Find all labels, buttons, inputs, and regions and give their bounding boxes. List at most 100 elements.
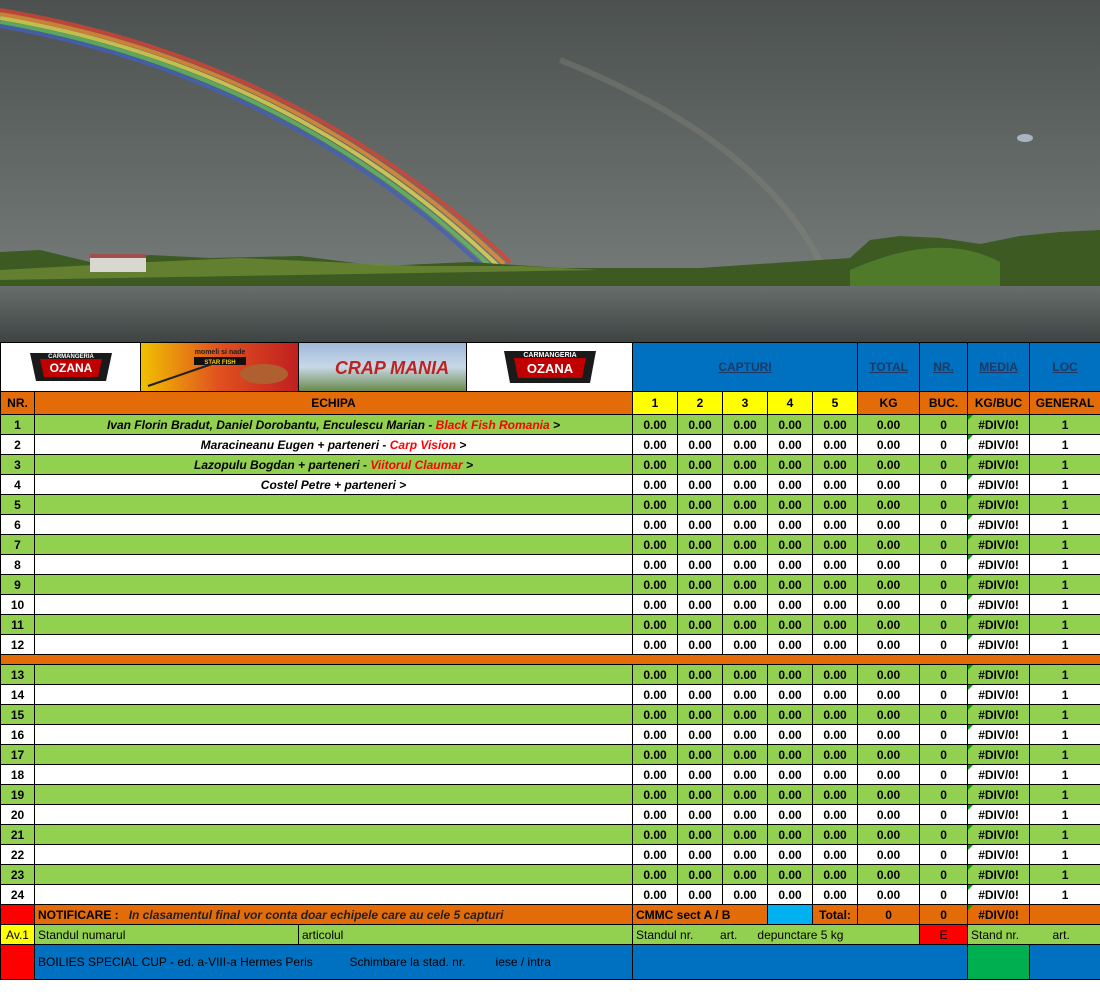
- capture-5[interactable]: 0.00: [811, 574, 859, 595]
- header-total[interactable]: TOTAL: [857, 342, 921, 392]
- capture-3[interactable]: 0.00: [722, 784, 768, 805]
- capture-5[interactable]: 0.00: [811, 804, 859, 825]
- capture-4[interactable]: 0.00: [767, 724, 813, 745]
- capture-1[interactable]: 0.00: [632, 804, 678, 825]
- capture-3[interactable]: 0.00: [722, 594, 768, 615]
- capture-3[interactable]: 0.00: [722, 684, 768, 705]
- row-team[interactable]: Maracineanu Eugen + parteneri - Carp Vis…: [34, 434, 633, 455]
- row-team[interactable]: Costel Petre + parteneri >: [34, 474, 633, 495]
- row-team[interactable]: [34, 594, 633, 615]
- capture-2[interactable]: 0.00: [677, 454, 723, 475]
- capture-3[interactable]: 0.00: [722, 554, 768, 575]
- capture-2[interactable]: 0.00: [677, 434, 723, 455]
- capture-4[interactable]: 0.00: [767, 704, 813, 725]
- capture-5[interactable]: 0.00: [811, 764, 859, 785]
- capture-2[interactable]: 0.00: [677, 494, 723, 515]
- capture-5[interactable]: 0.00: [811, 864, 859, 885]
- capture-4[interactable]: 0.00: [767, 664, 813, 685]
- capture-5[interactable]: 0.00: [811, 884, 859, 905]
- capture-5[interactable]: 0.00: [811, 594, 859, 615]
- header-nr[interactable]: NR.: [919, 342, 969, 392]
- row-team[interactable]: [34, 534, 633, 555]
- capture-4[interactable]: 0.00: [767, 554, 813, 575]
- row-team[interactable]: [34, 884, 633, 905]
- capture-1[interactable]: 0.00: [632, 534, 678, 555]
- cmmc-value[interactable]: [767, 904, 813, 925]
- capture-5[interactable]: 0.00: [811, 474, 859, 495]
- row-team[interactable]: [34, 494, 633, 515]
- capture-3[interactable]: 0.00: [722, 574, 768, 595]
- capture-1[interactable]: 0.00: [632, 434, 678, 455]
- capture-2[interactable]: 0.00: [677, 864, 723, 885]
- capture-1[interactable]: 0.00: [632, 784, 678, 805]
- row-team[interactable]: [34, 574, 633, 595]
- capture-1[interactable]: 0.00: [632, 514, 678, 535]
- capture-5[interactable]: 0.00: [811, 434, 859, 455]
- capture-2[interactable]: 0.00: [677, 634, 723, 655]
- capture-5[interactable]: 0.00: [811, 664, 859, 685]
- header-media[interactable]: MEDIA: [967, 342, 1031, 392]
- capture-2[interactable]: 0.00: [677, 474, 723, 495]
- capture-3[interactable]: 0.00: [722, 724, 768, 745]
- capture-5[interactable]: 0.00: [811, 744, 859, 765]
- capture-4[interactable]: 0.00: [767, 784, 813, 805]
- capture-2[interactable]: 0.00: [677, 724, 723, 745]
- row-team[interactable]: Lazopulu Bogdan + parteneri - Viitorul C…: [34, 454, 633, 475]
- capture-4[interactable]: 0.00: [767, 884, 813, 905]
- capture-4[interactable]: 0.00: [767, 684, 813, 705]
- row-team[interactable]: [34, 684, 633, 705]
- capture-5[interactable]: 0.00: [811, 684, 859, 705]
- row-team[interactable]: [34, 764, 633, 785]
- capture-1[interactable]: 0.00: [632, 414, 678, 435]
- capture-5[interactable]: 0.00: [811, 534, 859, 555]
- capture-4[interactable]: 0.00: [767, 414, 813, 435]
- capture-3[interactable]: 0.00: [722, 884, 768, 905]
- capture-4[interactable]: 0.00: [767, 454, 813, 475]
- capture-3[interactable]: 0.00: [722, 804, 768, 825]
- capture-1[interactable]: 0.00: [632, 574, 678, 595]
- capture-3[interactable]: 0.00: [722, 634, 768, 655]
- capture-2[interactable]: 0.00: [677, 574, 723, 595]
- header-capturi[interactable]: CAPTURI: [631, 342, 859, 392]
- capture-2[interactable]: 0.00: [677, 804, 723, 825]
- capture-4[interactable]: 0.00: [767, 614, 813, 635]
- capture-1[interactable]: 0.00: [632, 844, 678, 865]
- capture-4[interactable]: 0.00: [767, 574, 813, 595]
- header-loc[interactable]: LOC: [1029, 342, 1100, 392]
- capture-2[interactable]: 0.00: [677, 684, 723, 705]
- capture-2[interactable]: 0.00: [677, 514, 723, 535]
- capture-1[interactable]: 0.00: [632, 704, 678, 725]
- capture-2[interactable]: 0.00: [677, 824, 723, 845]
- capture-5[interactable]: 0.00: [811, 784, 859, 805]
- capture-2[interactable]: 0.00: [677, 784, 723, 805]
- row-team[interactable]: [34, 704, 633, 725]
- capture-5[interactable]: 0.00: [811, 634, 859, 655]
- capture-4[interactable]: 0.00: [767, 514, 813, 535]
- capture-3[interactable]: 0.00: [722, 534, 768, 555]
- row-team[interactable]: [34, 744, 633, 765]
- capture-5[interactable]: 0.00: [811, 514, 859, 535]
- capture-3[interactable]: 0.00: [722, 844, 768, 865]
- capture-3[interactable]: 0.00: [722, 414, 768, 435]
- capture-1[interactable]: 0.00: [632, 474, 678, 495]
- capture-3[interactable]: 0.00: [722, 474, 768, 495]
- capture-4[interactable]: 0.00: [767, 844, 813, 865]
- capture-2[interactable]: 0.00: [677, 594, 723, 615]
- capture-1[interactable]: 0.00: [632, 724, 678, 745]
- capture-4[interactable]: 0.00: [767, 494, 813, 515]
- capture-2[interactable]: 0.00: [677, 614, 723, 635]
- capture-4[interactable]: 0.00: [767, 864, 813, 885]
- capture-2[interactable]: 0.00: [677, 664, 723, 685]
- capture-5[interactable]: 0.00: [811, 844, 859, 865]
- capture-4[interactable]: 0.00: [767, 744, 813, 765]
- capture-5[interactable]: 0.00: [811, 824, 859, 845]
- capture-1[interactable]: 0.00: [632, 824, 678, 845]
- capture-1[interactable]: 0.00: [632, 634, 678, 655]
- row-team[interactable]: [34, 634, 633, 655]
- capture-4[interactable]: 0.00: [767, 634, 813, 655]
- row-team[interactable]: [34, 664, 633, 685]
- capture-1[interactable]: 0.00: [632, 664, 678, 685]
- capture-3[interactable]: 0.00: [722, 824, 768, 845]
- capture-4[interactable]: 0.00: [767, 804, 813, 825]
- capture-5[interactable]: 0.00: [811, 414, 859, 435]
